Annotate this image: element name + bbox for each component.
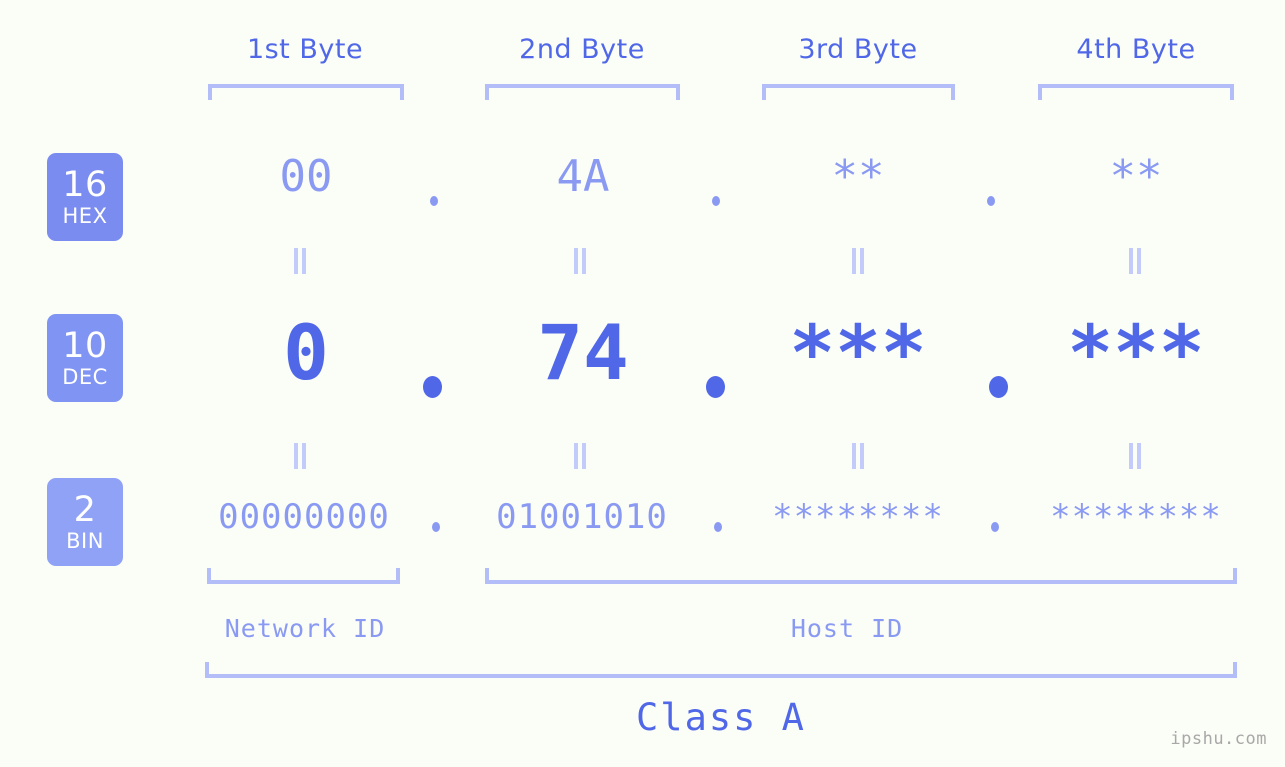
byte-bracket-4 xyxy=(1038,84,1234,100)
byte-header-4: 4th Byte xyxy=(1076,34,1196,65)
bin-byte-3: ******** xyxy=(772,497,944,537)
equals-connector-dec-bin-4 xyxy=(1126,443,1144,469)
bin-separator-3 xyxy=(991,522,999,532)
base-badge-hex-name: HEX xyxy=(62,203,108,228)
equals-connector-hex-dec-3 xyxy=(849,248,867,274)
byte-header-2: 2nd Byte xyxy=(519,34,645,65)
base-badge-dec-name: DEC xyxy=(62,364,108,389)
dec-byte-1: 0 xyxy=(283,308,329,397)
bin-separator-2 xyxy=(714,522,722,532)
equals-connector-hex-dec-4 xyxy=(1126,248,1144,274)
equals-connector-dec-bin-3 xyxy=(849,443,867,469)
hex-separator-1 xyxy=(430,196,438,206)
hex-byte-1: 00 xyxy=(279,151,333,202)
bin-byte-2: 01001010 xyxy=(496,497,668,537)
bin-byte-4: ******** xyxy=(1050,497,1222,537)
bin-separator-1 xyxy=(432,522,440,532)
equals-connector-hex-dec-2 xyxy=(571,248,589,274)
base-badge-dec: 10 DEC xyxy=(47,314,123,402)
dec-byte-4: *** xyxy=(1067,308,1205,397)
host-id-bracket xyxy=(485,568,1237,584)
bin-byte-1: 00000000 xyxy=(218,497,390,537)
base-badge-bin-name: BIN xyxy=(66,528,104,553)
hex-separator-2 xyxy=(712,196,720,206)
dec-separator-2 xyxy=(706,376,725,398)
byte-header-1: 1st Byte xyxy=(246,34,364,65)
byte-header-3: 3rd Byte xyxy=(798,34,918,65)
base-badge-dec-number: 10 xyxy=(62,325,108,366)
equals-connector-hex-dec-1 xyxy=(291,248,309,274)
ip-address-diagram: 1st Byte 2nd Byte 3rd Byte 4th Byte 16 H… xyxy=(0,0,1285,767)
network-id-label: Network ID xyxy=(224,614,386,643)
base-badge-bin-number: 2 xyxy=(73,489,97,530)
byte-bracket-2 xyxy=(485,84,680,100)
host-id-label: Host ID xyxy=(790,614,904,643)
equals-connector-dec-bin-2 xyxy=(571,443,589,469)
base-badge-bin: 2 BIN xyxy=(47,478,123,566)
equals-connector-dec-bin-1 xyxy=(291,443,309,469)
hex-byte-3: ** xyxy=(831,151,885,202)
base-badge-hex-number: 16 xyxy=(62,164,108,205)
watermark: ipshu.com xyxy=(1170,729,1267,749)
class-label: Class A xyxy=(636,696,806,739)
base-badge-hex: 16 HEX xyxy=(47,153,123,241)
hex-byte-2: 4A xyxy=(556,151,610,202)
byte-bracket-1 xyxy=(208,84,404,100)
network-id-bracket xyxy=(207,568,400,584)
dec-byte-3: *** xyxy=(789,308,927,397)
byte-bracket-3 xyxy=(762,84,955,100)
hex-byte-4: ** xyxy=(1109,151,1163,202)
hex-separator-3 xyxy=(987,196,995,206)
dec-separator-3 xyxy=(989,376,1008,398)
dec-separator-1 xyxy=(423,376,442,398)
dec-byte-2: 74 xyxy=(537,308,629,397)
class-bracket xyxy=(205,662,1237,678)
